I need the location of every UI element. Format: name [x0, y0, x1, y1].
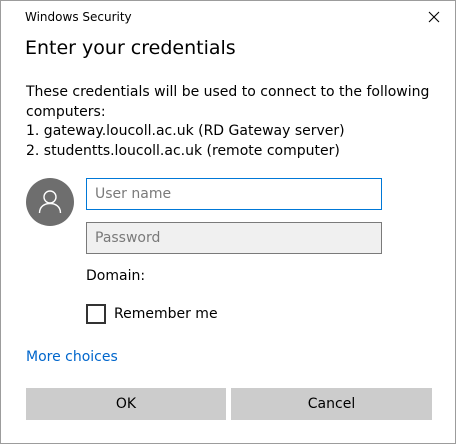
description-line: 1. gateway.loucoll.ac.uk (RD Gateway ser… — [26, 123, 345, 139]
description-line: These credentials will be used to connec… — [26, 84, 430, 100]
remember-me-label: Remember me — [114, 305, 218, 322]
domain-label: Domain: — [86, 268, 146, 284]
password-field[interactable] — [86, 222, 382, 254]
more-choices-link[interactable]: More choices — [26, 349, 118, 365]
window-title: Windows Security — [25, 10, 132, 24]
cancel-button[interactable]: Cancel — [231, 388, 432, 420]
description-line: 2. studentts.loucoll.ac.uk (remote compu… — [26, 143, 340, 159]
credentials-dialog: Windows Security Enter your credentials … — [0, 0, 456, 444]
avatar — [26, 178, 74, 226]
close-button[interactable] — [419, 3, 449, 31]
username-field[interactable] — [86, 178, 382, 210]
ok-button[interactable]: OK — [26, 388, 226, 420]
remember-me-option[interactable]: Remember me — [86, 303, 218, 324]
remember-me-checkbox[interactable] — [86, 303, 106, 324]
close-icon — [428, 11, 440, 23]
dialog-heading: Enter your credentials — [25, 37, 236, 59]
user-icon — [38, 190, 62, 214]
description-line: computers: — [26, 104, 106, 120]
title-bar: Windows Security — [1, 1, 455, 33]
